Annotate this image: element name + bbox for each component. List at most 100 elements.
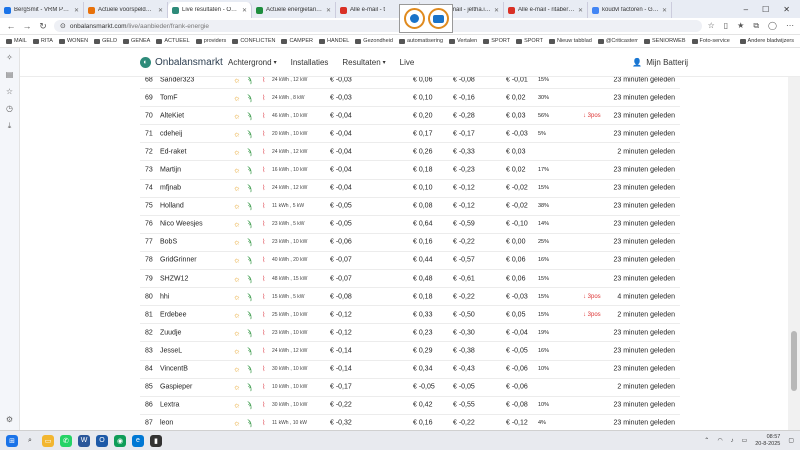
- downloads-icon[interactable]: ⤓: [8, 121, 12, 131]
- name-cell[interactable]: Sander323: [160, 77, 194, 83]
- name-cell[interactable]: VincentB: [160, 366, 188, 373]
- name-cell[interactable]: AlteKiet: [160, 112, 184, 119]
- name-cell[interactable]: SHZW12: [160, 275, 188, 282]
- browser-tab[interactable]: Alle e-mail - ritabergsmit@✕: [504, 2, 588, 18]
- table-row[interactable]: 79 SHZW12 ☼ ϡ ⌇ 48 kWh , 15 kW € -0,07 € 0,48 € …: [140, 270, 680, 289]
- name-cell[interactable]: TomF: [160, 94, 178, 101]
- name-cell[interactable]: hhi: [160, 293, 169, 300]
- profile-icon[interactable]: ◯: [768, 21, 777, 31]
- table-row[interactable]: 69 TomF ☼ ϡ ⌇ 24 kWh , 8 kW € -0,03 € 0,10 € -0,…: [140, 89, 680, 108]
- table-row[interactable]: 83 JesseL ☼ ϡ ⌇ 24 kWh , 12 kW € -0,14 € 0,29 € …: [140, 342, 680, 361]
- name-cell[interactable]: Nico Weesjes: [160, 221, 203, 228]
- more-icon[interactable]: ⋯: [786, 21, 794, 31]
- site-info-icon[interactable]: ⊙: [60, 22, 66, 30]
- tray-overflow-icon[interactable]: ⌃: [704, 437, 709, 444]
- table-row[interactable]: 78 GridGrinner ☼ ϡ ⌇ 40 kWh , 20 kW € -0,07 € 0…: [140, 252, 680, 271]
- bookmark-item[interactable]: RITA: [32, 38, 53, 44]
- record-button[interactable]: [427, 8, 449, 29]
- account-menu[interactable]: 👤 Mijn Batterij: [632, 58, 688, 67]
- page-scrollbar[interactable]: [788, 77, 800, 430]
- file-explorer-icon[interactable]: ▭: [42, 434, 54, 447]
- browser-tab[interactable]: Actuele voorspelde onbala✕: [84, 2, 168, 18]
- name-cell[interactable]: cdeheij: [160, 130, 182, 137]
- favorites-sidebar-icon[interactable]: ☆: [6, 87, 13, 96]
- bookmark-item[interactable]: automatisering: [398, 38, 443, 44]
- table-row[interactable]: 72 Ed-raket ☼ ϡ ⌇ 24 kWh , 12 kW € -0,04 € 0,26…: [140, 143, 680, 162]
- nav-menu-item[interactable]: Live: [400, 58, 415, 67]
- browser-tab[interactable]: BergSmit - VRM Portal ✕: [0, 2, 84, 18]
- browser-tab[interactable]: koudvl factoren - Google Z✕: [588, 2, 672, 18]
- bookmark-item[interactable]: WONEN: [58, 38, 88, 44]
- maximize-icon[interactable]: ☐: [762, 5, 769, 14]
- bookmark-item[interactable]: @Criticasterr: [597, 38, 638, 44]
- sidebar-toggle-icon[interactable]: ▯: [724, 21, 728, 31]
- nav-menu-item[interactable]: Achtergrond ▾: [228, 58, 277, 67]
- name-cell[interactable]: Holland: [160, 203, 184, 210]
- bookmark-item[interactable]: CAMPER: [281, 38, 313, 44]
- table-row[interactable]: 76 Nico Weesjes ☼ ϡ ⌇ 23 kWh , 5 kW € -0,05 € 0…: [140, 216, 680, 234]
- forward-icon[interactable]: →: [22, 21, 32, 31]
- bookmark-item[interactable]: Nieuw tabblad: [548, 38, 592, 44]
- name-cell[interactable]: leon: [160, 420, 173, 427]
- table-row[interactable]: 73 Martijn ☼ ϡ ⌇ 16 kWh , 10 kW € -0,04 € 0,18 €…: [140, 161, 680, 180]
- table-row[interactable]: 84 VincentB ☼ ϡ ⌇ 30 kWh , 10 kW € -0,14 € 0,34…: [140, 361, 680, 379]
- table-row[interactable]: 77 BobS ☼ ϡ ⌇ 23 kWh , 10 kW € -0,06 € 0,16 € -0…: [140, 234, 680, 252]
- outlook-icon[interactable]: O: [96, 434, 108, 447]
- name-cell[interactable]: BobS: [160, 239, 177, 246]
- name-cell[interactable]: Erdebee: [160, 311, 186, 318]
- bookmark-item[interactable]: SPORT: [516, 38, 543, 44]
- star-icon[interactable]: ☆: [708, 21, 715, 31]
- bookmark-item[interactable]: HANDEL: [318, 38, 349, 44]
- back-icon[interactable]: ←: [6, 21, 16, 31]
- table-row[interactable]: 74 mfjnab ☼ ϡ ⌇ 24 kWh , 12 kW € -0,04 € 0,10 € …: [140, 180, 680, 198]
- brand[interactable]: ◐ Onbalansmarkt: [140, 56, 223, 68]
- close-tab-icon[interactable]: ✕: [578, 7, 583, 14]
- collections-icon[interactable]: ⧉: [753, 21, 759, 31]
- name-cell[interactable]: Ed-raket: [160, 148, 186, 155]
- windows-start-icon[interactable]: ⊞: [6, 434, 18, 447]
- volume-icon[interactable]: ♪: [731, 438, 734, 444]
- battery-icon[interactable]: ▭: [742, 437, 748, 444]
- close-tab-icon[interactable]: ✕: [494, 7, 499, 14]
- name-cell[interactable]: GridGrinner: [160, 257, 197, 264]
- bookmark-item[interactable]: CONFLICTEN: [232, 38, 275, 44]
- name-cell[interactable]: Martijn: [160, 167, 181, 174]
- bookmark-item[interactable]: SENIORWEB: [643, 38, 686, 44]
- terminal-icon[interactable]: ▮: [150, 434, 162, 447]
- wifi-icon[interactable]: ◠: [717, 437, 722, 444]
- edge-icon[interactable]: e: [132, 434, 144, 447]
- bookmark-item[interactable]: providers: [195, 38, 226, 44]
- name-cell[interactable]: JesseL: [160, 347, 182, 354]
- favorites-icon[interactable]: ★: [737, 21, 744, 31]
- scrollbar-thumb[interactable]: [791, 331, 797, 391]
- nav-menu-item[interactable]: Installaties: [291, 58, 329, 67]
- close-tab-icon[interactable]: ✕: [662, 7, 667, 14]
- bookmark-item[interactable]: MAIL: [6, 38, 27, 44]
- word-icon[interactable]: W: [78, 434, 90, 447]
- table-row[interactable]: 85 Gaspieper ☼ ϡ ⌇ 10 kWh , 10 kW € -0,17 € -0,…: [140, 379, 680, 397]
- name-cell[interactable]: Zuudje: [160, 329, 181, 336]
- copilot-icon[interactable]: ✧: [6, 53, 13, 62]
- close-tab-icon[interactable]: ✕: [158, 7, 163, 14]
- nav-menu-item[interactable]: Resultaten ▾: [342, 58, 385, 67]
- bookmark-item[interactable]: ACTUEEL: [156, 38, 190, 44]
- minimize-icon[interactable]: –: [744, 5, 748, 14]
- chrome-icon[interactable]: ◉: [114, 434, 126, 447]
- whatsapp-icon[interactable]: ✆: [60, 434, 72, 447]
- bookmark-item[interactable]: GENEA: [123, 38, 150, 44]
- bookmark-item[interactable]: GELD: [94, 38, 117, 44]
- search-icon[interactable]: ⌕: [24, 435, 36, 447]
- browser-tab[interactable]: Actuele energietarieven | A✕: [252, 2, 336, 18]
- close-tab-icon[interactable]: ✕: [242, 7, 247, 14]
- history-icon[interactable]: ◷: [6, 104, 13, 113]
- gear-icon[interactable]: ⚙: [6, 415, 13, 424]
- table-row[interactable]: 68 Sander323 ☼ ϡ ⌇ 24 kWh , 12 kW € -0,03 € 0,0…: [140, 77, 680, 90]
- name-cell[interactable]: Gaspieper: [160, 384, 192, 391]
- close-tab-icon[interactable]: ✕: [74, 7, 79, 14]
- clock[interactable]: 08:57 20-8-2025: [755, 434, 780, 448]
- browser-tab[interactable]: Live resultaten - Onbalans✕: [168, 2, 252, 18]
- table-row[interactable]: 81 Erdebee ☼ ϡ ⌇ 25 kWh , 10 kW € -0,12 € 0,33 €…: [140, 306, 680, 325]
- table-row[interactable]: 86 Lextra ☼ ϡ ⌇ 30 kWh , 10 kW € -0,22 € 0,42 € …: [140, 397, 680, 415]
- table-row[interactable]: 87 leon ☼ ϡ ⌇ 11 kWh , 10 kW € -0,32 € 0,16 € -0…: [140, 415, 680, 430]
- bookmark-item[interactable]: Gezondheid: [355, 38, 393, 44]
